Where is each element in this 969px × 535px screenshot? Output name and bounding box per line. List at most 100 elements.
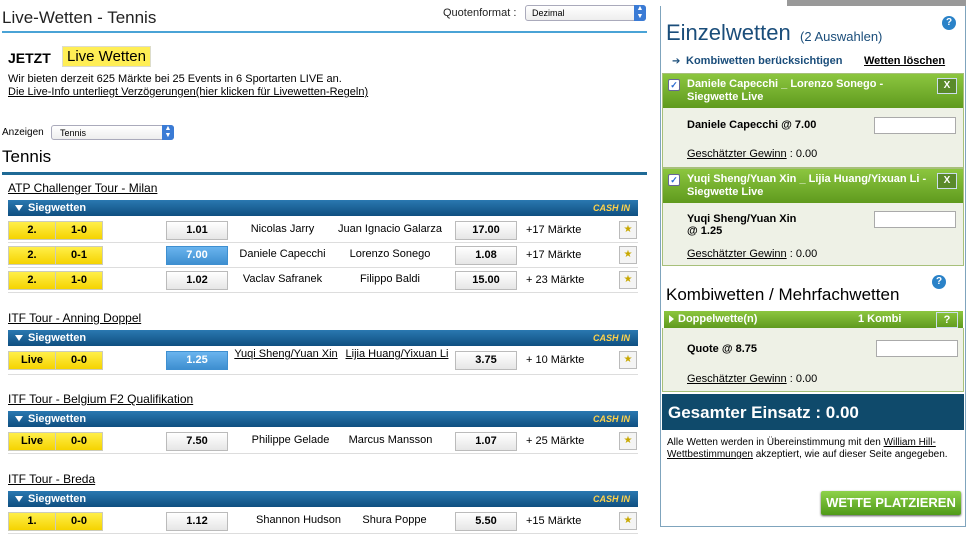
player1-name: Philippe Gelade (251, 434, 330, 446)
kombi-title: Kombiwetten / Mehrfachwetten (666, 285, 900, 304)
more-markets-link[interactable]: +17 Märkte (526, 224, 581, 236)
estimated-win: Geschätzter Gewinn : 0.00 (687, 148, 817, 160)
betslip-tab-active[interactable] (660, 0, 787, 6)
favorite-star-icon[interactable]: ★ (619, 432, 637, 450)
cash-in-label: CASH IN (592, 203, 630, 213)
stake-input[interactable] (874, 211, 956, 228)
favorite-star-icon[interactable]: ★ (619, 271, 637, 289)
bet-checkbox[interactable]: ✓ (668, 79, 680, 91)
tournament-title[interactable]: ITF Tour - Anning Doppel (8, 311, 141, 325)
odd-player1-button[interactable]: 1.25 (166, 351, 228, 370)
bet-checkbox[interactable]: ✓ (668, 174, 680, 186)
estimated-win: Geschätzter Gewinn : 0.00 (687, 248, 817, 260)
favorite-star-icon[interactable]: ★ (619, 246, 637, 264)
market-header[interactable]: Siegwetten CASH IN (8, 330, 638, 346)
page-title: Live-Wetten - Tennis (2, 8, 157, 27)
set-indicator: 2. (8, 221, 56, 240)
kombi-quote: Quote @ 8.75 (687, 343, 758, 355)
odd-player1-button[interactable]: 7.50 (166, 432, 228, 451)
player1-name: Vaclav Safranek (242, 273, 323, 285)
live-rules-link[interactable]: Die Live-Info unterliegt Verzögerungen(h… (8, 86, 368, 98)
selection-count: (2 Auswahlen) (800, 29, 883, 44)
market-header[interactable]: Siegwetten CASH IN (8, 491, 638, 507)
tournament-title[interactable]: ITF Tour - Belgium F2 Qualifikation (8, 392, 193, 406)
help-icon[interactable]: ? (942, 16, 956, 30)
odds-format-value: Dezimal (532, 8, 565, 18)
kombi-stake-input[interactable] (876, 340, 958, 357)
jetzt-label: JETZT (8, 50, 51, 66)
doppelwette-bar[interactable]: Doppelwette(n) 1 Kombi ? (664, 311, 963, 328)
match-row: Live 0-0 1.25 Yuqi Sheng/Yuan Xin Lijia … (8, 348, 638, 375)
score: 1-0 (55, 221, 103, 240)
favorite-star-icon[interactable]: ★ (619, 351, 637, 369)
place-bet-button[interactable]: WETTE PLATZIEREN (821, 491, 961, 515)
tournament-title[interactable]: ATP Challenger Tour - Milan (8, 181, 157, 195)
more-markets-link[interactable]: +17 Märkte (526, 249, 581, 261)
market-label: Siegwetten (28, 413, 87, 425)
odd-player2-button[interactable]: 3.75 (455, 351, 517, 370)
remove-bet-button[interactable]: X (937, 173, 957, 189)
odd-player2-button[interactable]: 5.50 (455, 512, 517, 531)
player2-name: Shura Poppe (362, 514, 427, 526)
player2-name: Lorenzo Sonego (349, 248, 431, 260)
favorite-star-icon[interactable]: ★ (619, 512, 637, 530)
odd-player1-button[interactable]: 1.01 (166, 221, 228, 240)
odd-player2-button[interactable]: 15.00 (455, 271, 517, 290)
player1-name: Yuqi Sheng/Yuan Xin (234, 348, 338, 360)
remove-bet-button[interactable]: X (937, 78, 957, 94)
market-header[interactable]: Siegwetten CASH IN (8, 200, 638, 216)
odd-player2-button[interactable]: 17.00 (455, 221, 517, 240)
kombi-toggle-link[interactable]: Kombiwetten berücksichtigen (686, 55, 842, 67)
odds-format-select[interactable]: Dezimal ▲ ▼ (525, 5, 646, 21)
sport-filter-select[interactable]: Tennis ▲ ▼ (51, 125, 174, 140)
odd-player2-button[interactable]: 1.08 (455, 246, 517, 265)
market-label: Siegwetten (28, 202, 87, 214)
bet-selection-odds: @ 1.25 (687, 225, 723, 237)
more-markets-link[interactable]: + 25 Märkte (526, 435, 584, 447)
cash-in-label: CASH IN (592, 414, 630, 424)
favorite-star-icon[interactable]: ★ (619, 221, 637, 239)
cash-in-label: CASH IN (592, 333, 630, 343)
estimated-win-label[interactable]: Geschätzter Gewinn (687, 373, 787, 385)
player2-name: Marcus Mansson (348, 434, 433, 446)
set-indicator: 2. (8, 246, 56, 265)
kombi-bet-item: Quote @ 8.75 Geschätzter Gewinn : 0.00 (662, 328, 964, 392)
player1-name: Nicolas Jarry (250, 223, 315, 235)
tournament-title[interactable]: ITF Tour - Breda (8, 472, 95, 486)
odd-player1-button[interactable]: 7.00 (166, 246, 228, 265)
bet-item: ✓ Yuqi Sheng/Yuan Xin _ Lijia Huang/Yixu… (662, 168, 964, 266)
estimated-win-label[interactable]: Geschätzter Gewinn (687, 248, 787, 260)
score: 1-0 (55, 271, 103, 290)
odd-player2-button[interactable]: 1.07 (455, 432, 517, 451)
sport-title: Tennis (2, 147, 52, 166)
player1-name: Shannon Hudson (255, 514, 341, 526)
single-bets-title: Einzelwetten (666, 20, 791, 45)
sport-rule (2, 172, 647, 175)
player1-name: Daniele Capecchi (239, 248, 326, 260)
odd-player1-button[interactable]: 1.02 (166, 271, 228, 290)
stake-input[interactable] (874, 117, 956, 134)
score: 0-0 (55, 512, 103, 531)
clear-bets-link[interactable]: Wetten löschen (864, 55, 945, 67)
odd-player1-button[interactable]: 1.12 (166, 512, 228, 531)
score: 0-0 (55, 351, 103, 370)
bet-selection: Daniele Capecchi @ 7.00 (687, 119, 817, 131)
expand-triangle-icon (669, 315, 674, 323)
doppelwette-help-button[interactable]: ? (936, 312, 958, 328)
kombi-arrow-icon: ➔ (672, 56, 681, 67)
help-icon[interactable]: ? (932, 275, 946, 289)
more-markets-link[interactable]: + 10 Märkte (526, 354, 584, 366)
more-markets-link[interactable]: + 23 Märkte (526, 274, 584, 286)
header-rule (2, 31, 647, 33)
match-row: 2. 1-0 1.02 Vaclav Safranek Filippo Bald… (8, 268, 638, 293)
bet-selection: Yuqi Sheng/Yuan Xin (687, 213, 797, 225)
bet-event: Daniele Capecchi _ Lorenzo Sonego - Sieg… (687, 78, 884, 103)
score: 0-0 (55, 432, 103, 451)
terms-pre: Alle Wetten werden in Übereinstimmung mi… (667, 437, 884, 448)
total-stake-bar: Gesamter Einsatz : 0.00 (662, 394, 964, 430)
more-markets-link[interactable]: +15 Märkte (526, 515, 581, 527)
market-header[interactable]: Siegwetten CASH IN (8, 411, 638, 427)
collapse-triangle-icon (15, 416, 23, 422)
bet-header: ✓ Yuqi Sheng/Yuan Xin _ Lijia Huang/Yixu… (663, 169, 963, 203)
estimated-win-label[interactable]: Geschätzter Gewinn (687, 148, 787, 160)
